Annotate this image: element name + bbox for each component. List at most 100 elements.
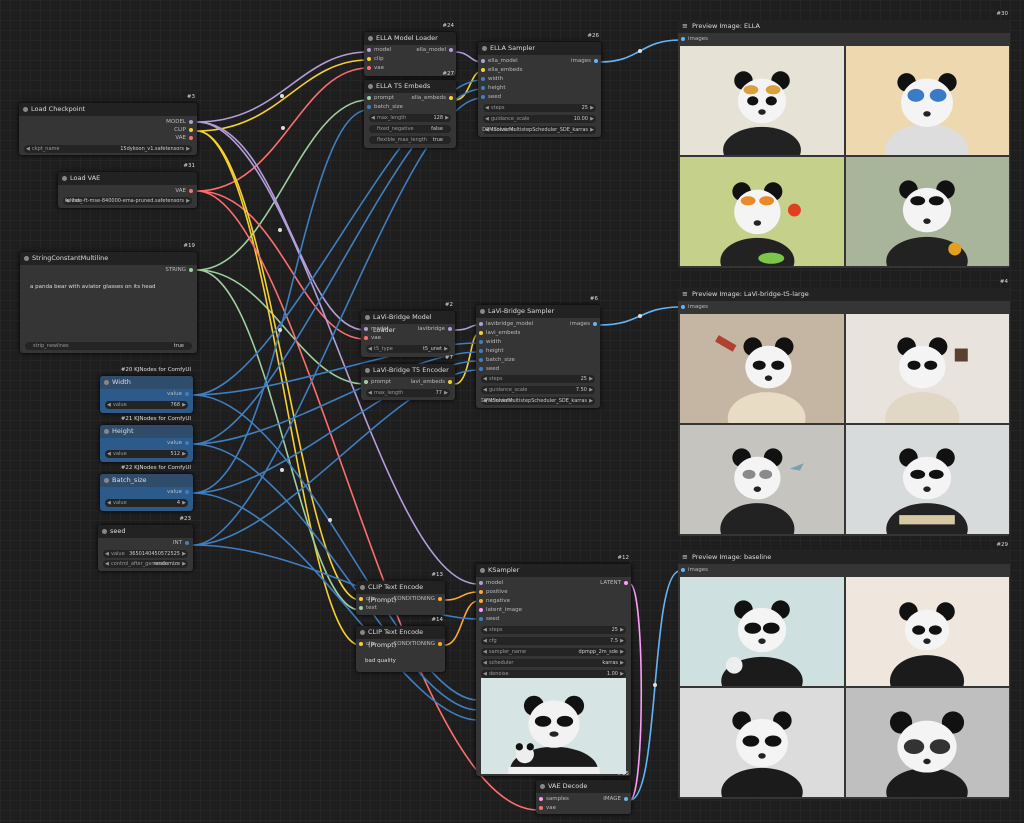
- input-clip[interactable]: clip: [367, 56, 384, 62]
- width-value-widget[interactable]: ◀ value 768 ▶: [105, 401, 188, 409]
- strip-newlines-toggle[interactable]: strip_newlines true: [25, 342, 192, 350]
- node-lavi-model-loader[interactable]: #2 LaVi-Bridge Model Loader model vae la…: [361, 302, 455, 357]
- steps-widget[interactable]: ◀ steps 25 ▶: [483, 104, 596, 112]
- input-lavibridge-model[interactable]: lavibridge_model: [479, 321, 533, 327]
- denoise-widget[interactable]: ◀ denoise 1.00 ▶: [481, 670, 626, 678]
- input-height[interactable]: height: [479, 348, 504, 354]
- node-seed[interactable]: #23 seed INT ◀ value 3650140450572525 ▶ ◀ co…: [98, 516, 193, 571]
- output-images[interactable]: images: [570, 321, 597, 327]
- input-width[interactable]: width: [481, 76, 503, 82]
- output-lavibridge[interactable]: lavibridge: [418, 326, 452, 332]
- input-lavi-embeds[interactable]: lavi_embeds: [479, 330, 520, 336]
- output-clip[interactable]: CLIP: [174, 127, 193, 133]
- node-title[interactable]: ELLA T5 Embeds: [364, 80, 456, 93]
- node-title[interactable]: Load VAE: [58, 172, 197, 185]
- input-model[interactable]: model: [479, 580, 503, 586]
- preview-title[interactable]: Preview Image: baseline: [678, 551, 1010, 564]
- output-image[interactable]: IMAGE: [603, 796, 628, 802]
- t5-type-widget[interactable]: ◀ t5_type t5_unet ▶: [366, 345, 450, 353]
- output-ella-model[interactable]: ella_model: [416, 47, 453, 53]
- output-images[interactable]: images: [571, 58, 598, 64]
- ckpt-name-widget[interactable]: ◀ ckpt_name 15dykoon_v1.safetensors ▶: [24, 145, 192, 153]
- preview-image-cell[interactable]: [680, 688, 844, 797]
- node-ella-sampler[interactable]: #26 ELLA Sampler ella_model ella_embeds …: [478, 33, 601, 137]
- node-title[interactable]: CLIP Text Encode (Prompt): [356, 581, 445, 604]
- input-samples[interactable]: samples: [539, 796, 569, 802]
- input-height[interactable]: height: [481, 85, 506, 91]
- input-images[interactable]: images: [681, 36, 708, 42]
- node-width[interactable]: #20 KJNodes for ComfyUI Width value ◀ val…: [100, 367, 193, 413]
- output-string[interactable]: STRING: [165, 267, 193, 273]
- node-ella-model-loader[interactable]: #24 ELLA Model Loader model clip vae ell…: [364, 23, 456, 76]
- guidance-scale-widget[interactable]: ◀ guidance_scale 7.50 ▶: [481, 386, 595, 394]
- node-lavi-sampler[interactable]: #6 LaVi-Bridge Sampler lavibridge_model …: [476, 296, 600, 408]
- scheduler-widget[interactable]: ◀ scheduler DPMSolverMultistepScheduler_SD…: [482, 126, 596, 134]
- output-value[interactable]: value: [167, 489, 189, 495]
- control-after-generate-widget[interactable]: ◀ control_after_generate randomize ▶: [103, 560, 188, 568]
- steps-widget[interactable]: ◀ steps 25 ▶: [481, 375, 595, 383]
- input-positive[interactable]: positive: [479, 589, 508, 595]
- batch-value-widget[interactable]: ◀ value 4 ▶: [105, 499, 188, 507]
- preview-image-cell[interactable]: [680, 46, 844, 155]
- input-ella-model[interactable]: ella_model: [481, 58, 518, 64]
- scheduler-widget[interactable]: ◀ scheduler karras ▶: [481, 659, 626, 667]
- input-seed[interactable]: seed: [479, 616, 499, 622]
- node-ksampler[interactable]: #12 KSampler model positive negative lat…: [476, 555, 631, 776]
- output-value[interactable]: value: [167, 391, 189, 397]
- node-title[interactable]: Height: [100, 425, 193, 438]
- input-vae[interactable]: vae: [539, 805, 556, 811]
- preview-image-cell[interactable]: [845, 314, 1009, 423]
- node-title[interactable]: ELLA Model Loader: [364, 32, 456, 45]
- input-prompt[interactable]: prompt: [364, 379, 391, 385]
- prompt-text[interactable]: a panda bear with aviator glasses on its…: [30, 284, 187, 339]
- input-model[interactable]: model: [367, 47, 391, 53]
- node-ella-t5-embeds[interactable]: #27 ELLA T5 Embeds prompt batch_size ell…: [364, 71, 456, 148]
- input-clip[interactable]: clip: [359, 596, 376, 602]
- input-seed[interactable]: seed: [479, 366, 499, 372]
- input-seed[interactable]: seed: [481, 94, 501, 100]
- scheduler-widget[interactable]: ◀ scheduler DPMSolverMultistepScheduler_SD…: [481, 397, 595, 405]
- output-conditioning[interactable]: CONDITIONING: [393, 641, 442, 647]
- preview-image-cell[interactable]: [845, 46, 1009, 155]
- preview-image-cell[interactable]: [845, 157, 1009, 266]
- output-vae[interactable]: VAE: [175, 188, 193, 194]
- node-title[interactable]: Load Checkpoint: [19, 103, 197, 116]
- preview-image-cell[interactable]: [845, 425, 1009, 534]
- input-width[interactable]: width: [479, 339, 501, 345]
- input-clip[interactable]: clip: [359, 641, 376, 647]
- input-model[interactable]: model: [364, 326, 388, 332]
- fixed-negative-toggle[interactable]: fixed_negative false: [369, 125, 451, 133]
- max-length-widget[interactable]: ◀ max_length 77 ▶: [366, 389, 450, 397]
- guidance-scale-widget[interactable]: ◀ guidance_scale 10.00 ▶: [483, 115, 596, 123]
- preview-image-cell[interactable]: [680, 157, 844, 266]
- cfg-widget[interactable]: ◀ cfg 7.5 ▶: [481, 637, 626, 645]
- input-batch-size[interactable]: batch_size: [479, 357, 515, 363]
- node-clip-text-encode-positive[interactable]: #13 CLIP Text Encode (Prompt) clip text …: [356, 572, 445, 615]
- output-vae[interactable]: VAE: [175, 135, 193, 141]
- sampler-name-widget[interactable]: ◀ sampler_name dpmpp_2m_sde ▶: [481, 648, 626, 656]
- node-title[interactable]: VAE Decode: [536, 780, 631, 793]
- output-lavi-embeds[interactable]: lavi_embeds: [411, 379, 452, 385]
- input-prompt[interactable]: prompt: [367, 95, 394, 101]
- output-conditioning[interactable]: CONDITIONING: [393, 596, 442, 602]
- node-load-checkpoint[interactable]: #3 Load Checkpoint MODEL CLIP VAE ◀ ckpt_…: [19, 94, 197, 155]
- input-ella-embeds[interactable]: ella_embeds: [481, 67, 523, 73]
- preview-image-cell[interactable]: [680, 314, 844, 423]
- height-value-widget[interactable]: ◀ value 512 ▶: [105, 450, 188, 458]
- input-text[interactable]: text: [359, 605, 377, 611]
- node-title[interactable]: LaVi-Bridge Sampler: [476, 305, 600, 318]
- node-clip-text-encode-negative[interactable]: #14 CLIP Text Encode (Prompt) clip CONDI…: [356, 617, 445, 672]
- output-ella-embeds[interactable]: ella_embeds: [411, 95, 453, 101]
- input-vae[interactable]: vae: [367, 65, 384, 71]
- input-vae[interactable]: vae: [364, 335, 381, 341]
- input-images[interactable]: images: [681, 304, 708, 310]
- max-length-widget[interactable]: ◀ max_length 128 ▶: [369, 114, 451, 122]
- node-lavi-t5-encoder[interactable]: #7 LaVi-Bridge T5 Encoder prompt lavi_em…: [361, 355, 455, 400]
- node-title[interactable]: StringConstantMultiline: [20, 252, 197, 265]
- input-negative[interactable]: negative: [479, 598, 510, 604]
- preview-title[interactable]: Preview Image: ELLA: [678, 20, 1010, 33]
- node-height[interactable]: #21 KJNodes for ComfyUI Height value ◀ va…: [100, 416, 193, 462]
- input-batch-size[interactable]: batch_size: [367, 104, 403, 110]
- preview-image-cell[interactable]: [845, 688, 1009, 797]
- preview-ella[interactable]: #30 Preview Image: ELLA images: [678, 11, 1010, 268]
